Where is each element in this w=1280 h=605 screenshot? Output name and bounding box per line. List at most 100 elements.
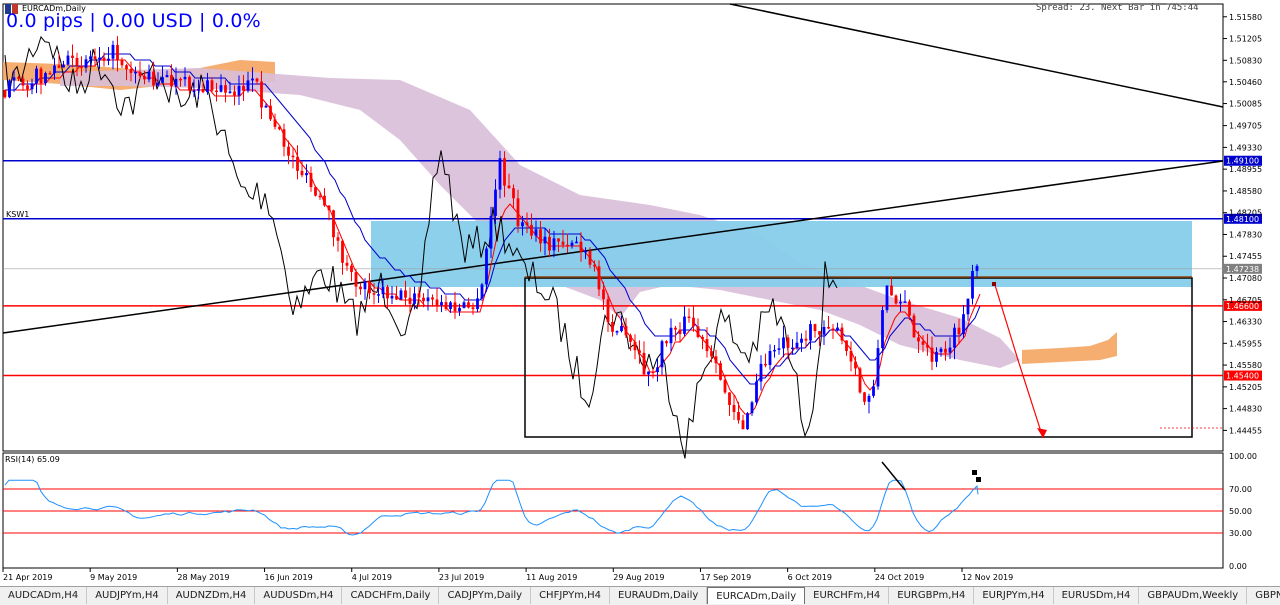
candle-body: [957, 327, 961, 335]
candle-body: [467, 302, 470, 308]
candle-body: [206, 80, 209, 93]
candle-body: [948, 347, 952, 353]
rsi-tick-label: 50.00: [1229, 507, 1252, 516]
price-tick-label: 1.45205: [1229, 383, 1262, 392]
time-tick-label: 9 May 2019: [90, 573, 137, 582]
rsi-tick-label: 70.00: [1229, 485, 1252, 494]
tab-audusdm-h4[interactable]: AUDUSDm,H4: [255, 587, 343, 604]
candle-body: [570, 242, 574, 246]
candle-body: [719, 363, 722, 380]
tab-eurusdm-h4[interactable]: EURUSDm,H4: [1054, 587, 1140, 604]
tab-audcadm-h4[interactable]: AUDCADm,H4: [0, 587, 88, 604]
tab-eurcadm-daily[interactable]: EURCADm,Daily: [707, 587, 806, 604]
candle-body: [768, 351, 772, 365]
tab-gbpnzdm-h4[interactable]: GBPNZDm,H4: [1247, 587, 1280, 604]
candle-body: [138, 71, 142, 77]
candle-body: [107, 58, 110, 61]
candle-body: [336, 237, 340, 241]
candle-body: [404, 290, 407, 298]
candle-body: [408, 297, 412, 304]
candle-body: [44, 73, 47, 84]
price-tick-label: 1.45580: [1229, 361, 1262, 370]
candle-body: [93, 56, 97, 59]
tab-gbpaudm-weekly[interactable]: GBPAUDm,Weekly: [1139, 587, 1248, 604]
candle-body: [57, 65, 61, 68]
candle-body: [413, 293, 416, 304]
candle-body: [273, 119, 277, 127]
tab-eurjpym-h4[interactable]: EURJPYm,H4: [974, 587, 1054, 604]
candle-body: [377, 294, 380, 296]
price-tick-label: 1.48580: [1229, 187, 1262, 196]
chart-canvas[interactable]: 1.491001.481001.466001.454001.47238 1.51…: [0, 0, 1280, 604]
candle-body: [296, 156, 299, 171]
candle-body: [530, 224, 533, 236]
candle-body: [192, 90, 196, 93]
time-tick-label: 29 Aug 2019: [613, 573, 664, 582]
candle-body: [723, 379, 727, 393]
candle-body: [462, 302, 466, 308]
candle-body: [629, 335, 632, 342]
candle-body: [836, 327, 839, 331]
candle-body: [503, 158, 506, 186]
candle-body: [692, 317, 695, 327]
candle-body: [341, 240, 344, 263]
time-tick-label: 17 Sep 2019: [700, 573, 751, 582]
candle-body: [323, 195, 326, 206]
tab-audjpym-h4[interactable]: AUDJPYm,H4: [87, 587, 168, 604]
candle-body: [399, 290, 403, 300]
candle-body: [188, 76, 191, 91]
candle-body: [786, 337, 790, 348]
candle-body: [440, 302, 443, 306]
candle-body: [818, 331, 821, 335]
candle-body: [255, 78, 259, 82]
tab-chfjpym-h4[interactable]: CHFJPYm,H4: [531, 587, 611, 604]
candle-body: [750, 402, 754, 414]
candle-body: [840, 327, 844, 341]
candle-body: [417, 293, 421, 298]
candle-body: [476, 298, 479, 310]
candle-body: [741, 420, 745, 430]
candle-body: [579, 241, 583, 252]
candle-body: [345, 262, 349, 266]
candle-body: [368, 281, 371, 294]
zone-label: KSW1: [6, 210, 30, 219]
candle-body: [507, 185, 511, 189]
candle-body: [665, 341, 668, 344]
candle-body: [372, 293, 376, 295]
price-tick-label: 1.49705: [1229, 122, 1262, 131]
time-tick-label: 6 Oct 2019: [788, 573, 832, 582]
price-tick-label: 1.44830: [1229, 405, 1262, 414]
candle-body: [791, 347, 794, 350]
candle-body: [71, 55, 74, 58]
tab-eurgbpm-h4[interactable]: EURGBPm,H4: [889, 587, 975, 604]
tab-audnzdm-h4[interactable]: AUDNZDm,H4: [168, 587, 256, 604]
tab-cadjpym-daily[interactable]: CADJPYm,Daily: [439, 587, 532, 604]
tab-euraudm-daily[interactable]: EURAUDm,Daily: [610, 587, 708, 604]
time-tick-label: 11 Aug 2019: [526, 573, 577, 582]
candle-body: [233, 91, 236, 96]
price-tick-label: 1.48955: [1229, 165, 1262, 174]
level-price-label: 1.45400: [1226, 372, 1259, 381]
candle-body: [251, 78, 254, 81]
candle-body: [48, 73, 52, 75]
candle-body: [701, 336, 704, 340]
candle-body: [35, 68, 38, 84]
candle-body: [215, 90, 218, 92]
candle-body: [593, 264, 596, 267]
arrow-start-marker: [992, 282, 996, 286]
candle-body: [737, 412, 740, 421]
tab-eurchfm-h4[interactable]: EURCHFm,H4: [805, 587, 890, 604]
candle-body: [755, 381, 758, 403]
candle-body: [588, 250, 592, 265]
candle-body: [912, 315, 916, 338]
price-tick-label: 1.44455: [1229, 426, 1262, 435]
candle-body: [170, 75, 173, 87]
candle-body: [156, 82, 160, 86]
candle-body: [26, 85, 29, 90]
price-tick-label: 1.46330: [1229, 318, 1262, 327]
candle-body: [8, 80, 11, 98]
candle-body: [651, 371, 655, 374]
candle-body: [309, 173, 313, 188]
candle-body: [98, 57, 101, 60]
tab-cadchfm-daily[interactable]: CADCHFm,Daily: [342, 587, 440, 604]
